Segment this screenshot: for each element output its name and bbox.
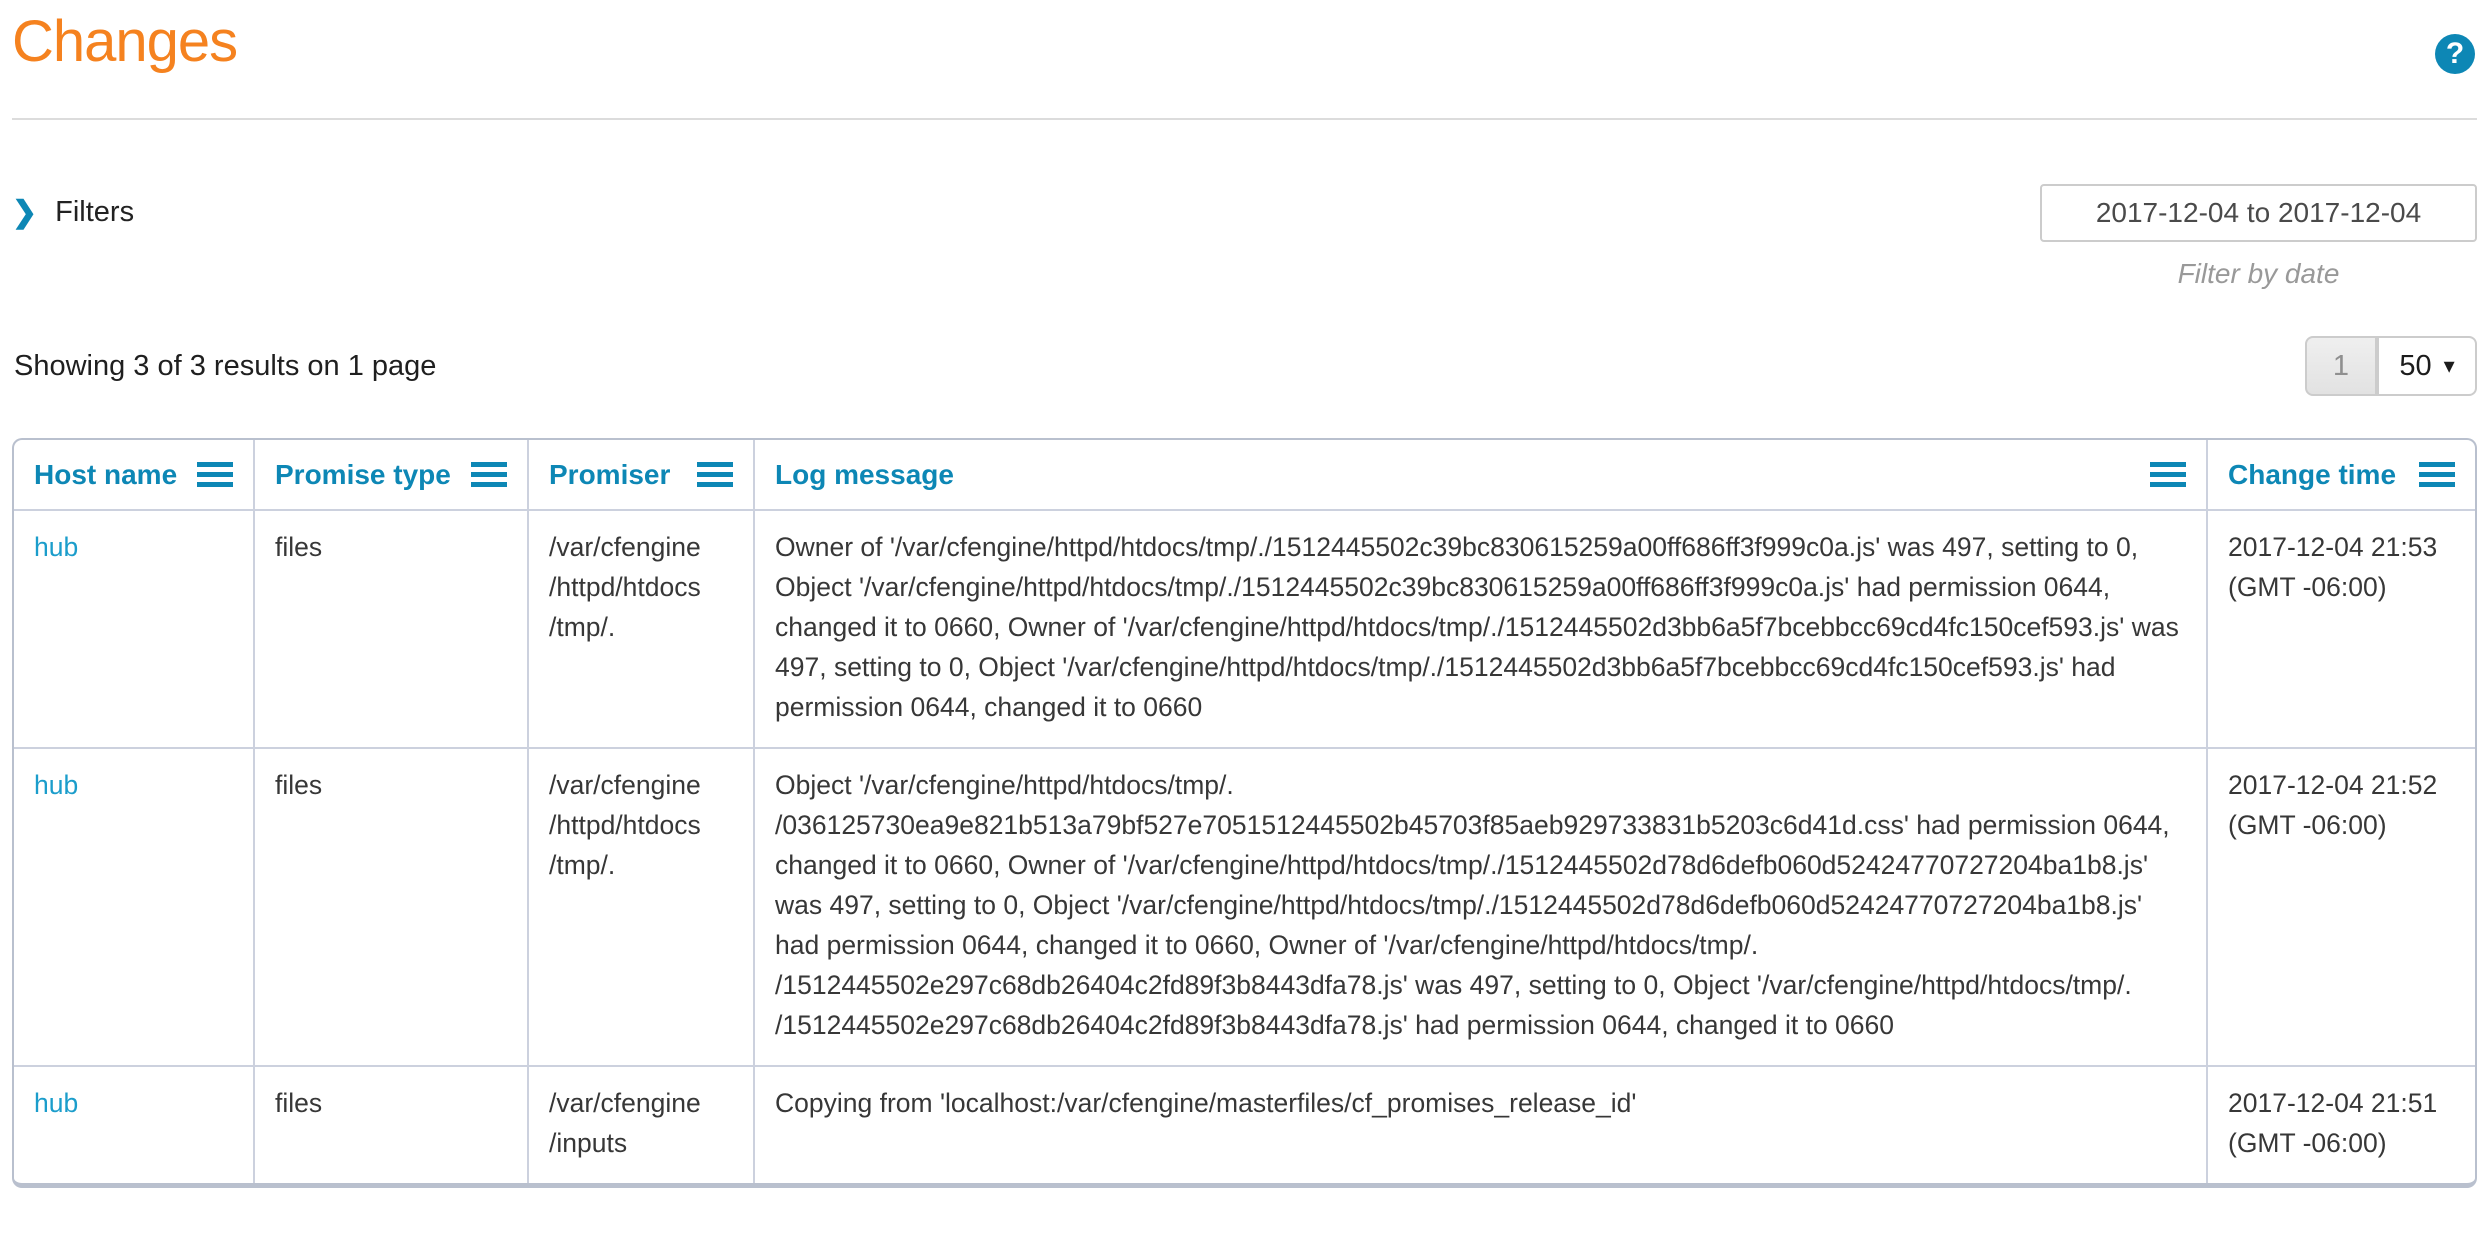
page-title: Changes bbox=[12, 10, 237, 74]
header-divider bbox=[12, 118, 2477, 120]
date-range-input[interactable] bbox=[2040, 184, 2477, 242]
pagination: 1 50 ▾ bbox=[2305, 336, 2477, 396]
column-header: Promise type bbox=[254, 440, 528, 510]
host-link[interactable]: hub bbox=[34, 532, 78, 562]
filters-band: ❯ Filters Filter by date bbox=[12, 184, 2477, 290]
results-band: Showing 3 of 3 results on 1 page 1 50 ▾ bbox=[12, 336, 2477, 396]
change-time-cell: 2017-12-04 21:51 (GMT -06:00) bbox=[2207, 1066, 2475, 1183]
page-header: Changes ? bbox=[12, 0, 2477, 74]
log-message-cell: Copying from 'localhost:​/var​/cfengine​… bbox=[754, 1066, 2207, 1183]
promiser-cell: ​/var​/cfengine​/inputs bbox=[528, 1066, 754, 1183]
column-header-label: Host name bbox=[34, 459, 177, 491]
filters-label: Filters bbox=[55, 196, 134, 229]
changes-page: Changes ? ❯ Filters Filter by date Showi… bbox=[0, 0, 2489, 1236]
chevron-right-icon: ❯ bbox=[12, 198, 37, 228]
table-row: hub files ​/var​/cfengine​/inputs Copyin… bbox=[14, 1066, 2475, 1183]
column-menu-icon[interactable] bbox=[697, 462, 733, 487]
host-link[interactable]: hub bbox=[34, 1088, 78, 1118]
column-menu-icon[interactable] bbox=[197, 462, 233, 487]
column-header: Change time bbox=[2207, 440, 2475, 510]
table-header-row: Host name Promise type Promiser Log mess… bbox=[14, 440, 2475, 510]
host-link[interactable]: hub bbox=[34, 770, 78, 800]
column-header: Host name bbox=[14, 440, 254, 510]
date-filter-hint: Filter by date bbox=[2178, 258, 2340, 290]
table-row: hub files ​/var​/cfengine​/httpd​/htdocs… bbox=[14, 510, 2475, 748]
table-row: hub files ​/var​/cfengine​/httpd​/htdocs… bbox=[14, 748, 2475, 1066]
promiser-cell: ​/var​/cfengine​/httpd​/htdocs​/tmp​/. bbox=[528, 748, 754, 1066]
promise-type-cell: files bbox=[254, 748, 528, 1066]
column-menu-icon[interactable] bbox=[471, 462, 507, 487]
caret-down-icon: ▾ bbox=[2444, 355, 2455, 377]
help-icon[interactable]: ? bbox=[2435, 34, 2475, 74]
column-header: Promiser bbox=[528, 440, 754, 510]
column-menu-icon[interactable] bbox=[2150, 462, 2186, 487]
promise-type-cell: files bbox=[254, 1066, 528, 1183]
promiser-cell: ​/var​/cfengine​/httpd​/htdocs​/tmp​/. bbox=[528, 510, 754, 748]
column-header: Log message bbox=[754, 440, 2207, 510]
changes-table: Host name Promise type Promiser Log mess… bbox=[12, 438, 2477, 1188]
log-message-cell: Object '​/var​/cfengine​/httpd​/htdocs​/… bbox=[754, 748, 2207, 1066]
page-size-value: 50 bbox=[2399, 350, 2431, 383]
log-message-cell: Owner of '​/var​/cfengine​/httpd​/htdocs… bbox=[754, 510, 2207, 748]
column-header-label: Change time bbox=[2228, 459, 2396, 491]
column-header-label: Promiser bbox=[549, 459, 670, 491]
page-size-dropdown[interactable]: 50 ▾ bbox=[2377, 336, 2477, 396]
date-filter: Filter by date bbox=[2040, 184, 2477, 290]
change-time-cell: 2017-12-04 21:53 (GMT -06:00) bbox=[2207, 510, 2475, 748]
change-time-cell: 2017-12-04 21:52 (GMT -06:00) bbox=[2207, 748, 2475, 1066]
promise-type-cell: files bbox=[254, 510, 528, 748]
column-header-label: Log message bbox=[775, 459, 954, 491]
page-number-button[interactable]: 1 bbox=[2305, 336, 2377, 396]
column-menu-icon[interactable] bbox=[2419, 462, 2455, 487]
results-summary: Showing 3 of 3 results on 1 page bbox=[12, 350, 436, 383]
column-header-label: Promise type bbox=[275, 459, 451, 491]
filters-toggle[interactable]: ❯ Filters bbox=[12, 196, 134, 229]
